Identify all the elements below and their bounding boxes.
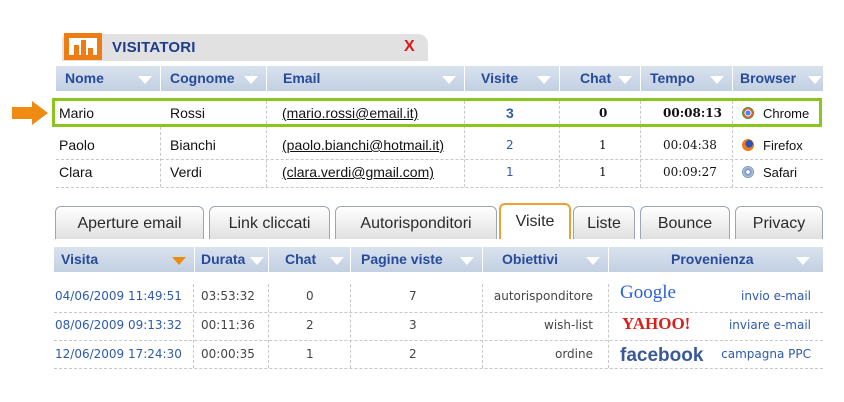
visite-cell[interactable]: 1 (506, 160, 514, 185)
tab-bounce[interactable]: Bounce (640, 206, 730, 239)
col-cognome[interactable]: Cognome (170, 66, 235, 91)
tab-liste[interactable]: Liste (573, 206, 635, 239)
cognome-cell: Verdi (170, 164, 202, 180)
sort-icon[interactable] (537, 76, 551, 84)
col-visite[interactable]: Visite (481, 66, 518, 91)
sort-icon[interactable] (618, 76, 632, 84)
table-row[interactable]: 12/06/2009 17:24:30 00:00:35 1 2 ordine … (54, 342, 823, 367)
col-email[interactable]: Email (283, 66, 320, 91)
sort-icon[interactable] (330, 257, 344, 265)
sort-icon[interactable] (138, 76, 152, 84)
panel-title: VISITATORI (112, 39, 196, 56)
sort-icon[interactable] (244, 76, 258, 84)
col-tempo[interactable]: Tempo (650, 66, 695, 91)
sort-icon[interactable] (586, 257, 600, 265)
visita-date[interactable]: 08/06/2009 09:13:32 (55, 313, 182, 338)
obiettivo-cell: ordine (554, 347, 593, 361)
pagine-cell: 2 (409, 347, 417, 361)
visits-table-header: Visita Durata Chat Pagine viste Obiettiv… (54, 247, 823, 272)
chat-cell: 1 (306, 347, 314, 361)
durata-cell: 03:53:32 (201, 289, 255, 303)
firefox-icon (742, 139, 754, 151)
col-visita[interactable]: Visita (61, 247, 98, 272)
table-row[interactable]: Clara Verdi (clara.verdi@gmail.com) 1 1 … (56, 160, 823, 185)
tab-visite[interactable]: Visite (499, 203, 571, 239)
tab-link-cliccati[interactable]: Link cliccati (209, 206, 330, 239)
visite-cell[interactable]: 2 (506, 133, 514, 158)
durata-cell: 00:11:36 (201, 318, 255, 332)
table-row[interactable]: Paolo Bianchi (paolo.bianchi@hotmail.it)… (56, 133, 823, 158)
obiettivo-cell: wish-list (544, 318, 593, 332)
sort-icon[interactable] (460, 257, 474, 265)
col-browser[interactable]: Browser (740, 66, 796, 91)
tempo-cell: 00:04:38 (663, 138, 717, 152)
provenienza-link[interactable]: campagna PPC (721, 342, 811, 367)
col-obiettivi[interactable]: Obiettivi (502, 247, 558, 272)
google-logo: Google (620, 282, 676, 303)
sort-desc-icon[interactable] (172, 257, 186, 265)
cognome-cell: Bianchi (170, 137, 216, 153)
sort-icon[interactable] (442, 76, 456, 84)
col-provenienza[interactable]: Provenienza (671, 247, 753, 272)
chat-cell: 0 (306, 289, 314, 303)
email-link[interactable]: (paolo.bianchi@hotmail.it) (282, 133, 444, 158)
safari-icon (742, 166, 754, 178)
visita-date[interactable]: 12/06/2009 17:24:30 (55, 342, 182, 367)
email-link[interactable]: (clara.verdi@gmail.com) (282, 160, 434, 185)
facebook-logo: facebook (620, 345, 704, 366)
tempo-cell: 00:09:27 (663, 165, 717, 179)
close-icon[interactable]: X (404, 38, 415, 56)
provenienza-link[interactable]: inviare e-mail (729, 313, 811, 338)
col-chat[interactable]: Chat (580, 66, 611, 91)
selected-row-arrow-icon (12, 101, 48, 125)
col-chat[interactable]: Chat (285, 247, 316, 272)
pagine-cell: 3 (409, 318, 417, 332)
tab-aperture-email[interactable]: Aperture email (55, 206, 204, 239)
visita-date[interactable]: 04/06/2009 11:49:51 (55, 284, 182, 309)
sort-icon[interactable] (710, 76, 724, 84)
provenienza-link[interactable]: invio e-mail (741, 284, 811, 309)
sort-icon[interactable] (796, 257, 810, 265)
col-nome[interactable]: Nome (65, 66, 104, 91)
nome-cell: Paolo (59, 137, 95, 153)
table-row[interactable]: 08/06/2009 09:13:32 00:11:36 2 3 wish-li… (54, 313, 823, 338)
sort-icon[interactable] (808, 76, 822, 84)
sort-icon[interactable] (250, 257, 264, 265)
yahoo-logo: YAHOO! (622, 314, 691, 333)
chat-cell: 2 (306, 318, 314, 332)
visitors-table-header: Nome Cognome Email Visite Chat Tempo Bro… (56, 66, 823, 91)
chat-cell: 1 (599, 165, 607, 179)
col-durata[interactable]: Durata (201, 247, 245, 272)
selected-row-highlight (52, 98, 822, 127)
chat-cell: 1 (599, 138, 607, 152)
durata-cell: 00:00:35 (201, 347, 255, 361)
table-row[interactable]: 04/06/2009 11:49:51 03:53:32 0 7 autoris… (54, 282, 823, 309)
tab-privacy[interactable]: Privacy (735, 206, 823, 239)
obiettivo-cell: autorisponditore (493, 289, 593, 303)
browser-cell: Safari (763, 165, 797, 180)
pagine-cell: 7 (409, 289, 417, 303)
tab-autorisponditori[interactable]: Autorisponditori (335, 206, 497, 239)
browser-cell: Firefox (763, 138, 803, 153)
stats-logo-icon (64, 33, 102, 60)
col-pagine-viste[interactable]: Pagine viste (361, 247, 443, 272)
nome-cell: Clara (59, 164, 93, 180)
